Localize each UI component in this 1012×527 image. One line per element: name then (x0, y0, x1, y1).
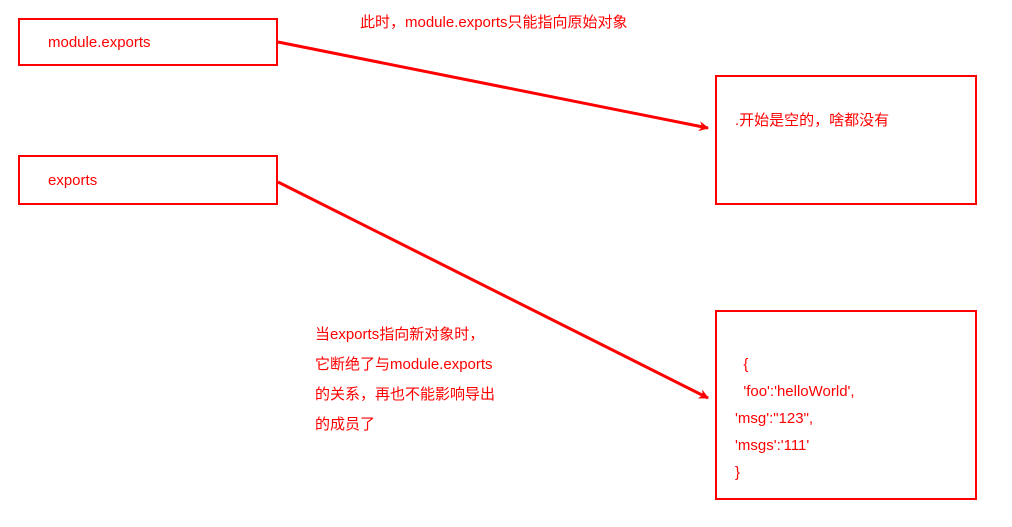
module-exports-box: module.exports (18, 18, 278, 66)
arrow-module-to-original (278, 42, 708, 128)
new-object-text: { 'foo':'helloWorld', 'msg':"123", 'msgs… (735, 356, 855, 481)
module-exports-label: module.exports (48, 34, 151, 51)
exports-label: exports (48, 172, 97, 189)
top-annotation: 此时，module.exports只能指向原始对象 (360, 8, 680, 38)
bottom-annotation-text: 当exports指向新对象时，它断绝了与module.exports的关系，再也… (315, 326, 495, 433)
new-object-box: { 'foo':'helloWorld', 'msg':"123", 'msgs… (715, 310, 977, 500)
exports-box: exports (18, 155, 278, 205)
top-annotation-text: 此时，module.exports只能指向原始对象 (360, 14, 628, 31)
original-object-text: .开始是空的，啥都没有 (735, 112, 889, 129)
bottom-annotation: 当exports指向新对象时，它断绝了与module.exports的关系，再也… (315, 320, 495, 440)
original-object-box: .开始是空的，啥都没有 (715, 75, 977, 205)
